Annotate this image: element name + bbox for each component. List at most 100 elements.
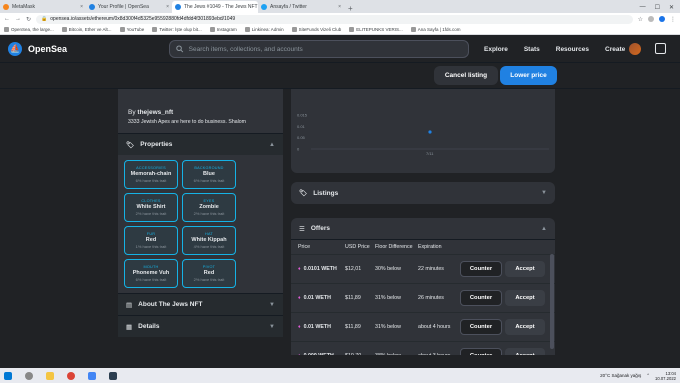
counter-button[interactable]: Counter	[460, 319, 502, 335]
about-collection-header[interactable]: ▤ About The Jews NFT ▼	[118, 293, 283, 315]
menu-icon[interactable]: ⋮	[670, 16, 676, 23]
url-text: opensea.io/assets/ethereum/0x8d300f4d532…	[50, 16, 236, 22]
bookmark-item[interactable]: Ana Sayfa | 1fds.com	[410, 27, 461, 32]
bookmarks-bar: OpenSea, the large... Bitcoin, Ether ve A…	[0, 25, 680, 35]
trait-card[interactable]: PIVOT Red 2% have this trait	[182, 259, 236, 288]
details-header[interactable]: ▦ Details ▼	[118, 315, 283, 337]
app-icon[interactable]	[88, 371, 96, 380]
app-icon[interactable]	[109, 371, 117, 380]
trait-card[interactable]: BACKGROUND Blue 6% have this trait	[182, 160, 236, 189]
close-window-icon[interactable]: ✕	[669, 4, 674, 11]
network-icon[interactable]: ⌃	[646, 373, 650, 379]
offer-usd: $12,01	[345, 266, 362, 272]
bookmark-label: ELITEPUNKS VERIS...	[356, 27, 403, 32]
reload-icon[interactable]: ↻	[26, 16, 31, 23]
nav-explore[interactable]: Explore	[484, 46, 508, 53]
bookmark-favicon-icon	[61, 27, 67, 32]
windows-taskbar: 20°C Sağanak yağış ⌃ 13:04 10.07.2022	[0, 368, 680, 383]
accept-button[interactable]: Accept	[505, 261, 545, 277]
browser-tab[interactable]: The Jews #1049 - The Jews NFT×	[172, 1, 258, 13]
trait-card[interactable]: CLOTHES White Shirt 2% have this trait	[124, 193, 178, 222]
price-history-chart: 0.015 0.01 0.05 0 7/11	[297, 113, 549, 156]
bookmark-label: Twitter: İşte olup bit...	[159, 27, 202, 32]
bookmark-item[interactable]: Twitter: İşte olup bit...	[152, 27, 202, 32]
nav-resources[interactable]: Resources	[556, 46, 589, 53]
offer-row: ♦ 0.01 WETH $11,89 31% below about 4 hours Co…	[291, 312, 555, 341]
clock-date: 10.07.2022	[655, 375, 676, 381]
listing-action-bar: Cancel listing Lower price	[0, 63, 680, 89]
extension-icon[interactable]	[648, 16, 654, 22]
browser-tab[interactable]: MetaMask ×	[0, 1, 86, 13]
windows-start-icon[interactable]	[4, 371, 12, 380]
weather-text: 20°C Sağanak yağış	[600, 373, 642, 378]
user-avatar[interactable]	[629, 43, 641, 55]
col-usd: USD Price	[345, 244, 370, 250]
listings-header[interactable]: 🏷 Listings ▼	[291, 182, 555, 204]
forward-icon[interactable]: →	[15, 16, 21, 22]
bookmark-favicon-icon	[244, 27, 250, 32]
description-panel: By thejews_nft 3333 Jewish Apes are here…	[118, 89, 283, 133]
search-box[interactable]	[169, 40, 469, 58]
file-explorer-icon[interactable]	[46, 371, 54, 380]
trait-card[interactable]: FUR Red 1% have this trait	[124, 226, 178, 255]
properties-header[interactable]: 🏷 Properties ▲	[118, 133, 283, 155]
bookmark-item[interactable]: OpenSea, the large...	[4, 27, 54, 32]
nav-create[interactable]: Create	[605, 46, 625, 53]
bookmark-item[interactable]: Linkinea: Admin	[244, 27, 284, 32]
counter-button[interactable]: Counter	[460, 348, 502, 355]
offers-scrollbar[interactable]	[550, 254, 554, 349]
trait-card[interactable]: MOUTH Phoneme Vuh 6% have this trait	[124, 259, 178, 288]
right-column: 0.015 0.01 0.05 0 7/11 🏷 Listings ▼ ☰ Offers…	[291, 89, 555, 355]
offers-header[interactable]: ☰ Offers ▲	[291, 218, 555, 240]
search-input[interactable]	[188, 45, 462, 53]
trait-type: PIVOT	[202, 265, 216, 269]
close-icon[interactable]: ×	[166, 4, 169, 10]
counter-button[interactable]: Counter	[460, 290, 502, 306]
bookmark-item[interactable]: YouTube	[119, 27, 144, 32]
bookmark-item[interactable]: Bitcoin, Ether ve Alt...	[61, 27, 112, 32]
close-icon[interactable]: ×	[338, 4, 341, 10]
bookmark-label: Instagram	[216, 27, 237, 32]
about-collection-title: About The Jews NFT	[138, 301, 203, 308]
counter-button[interactable]: Counter	[460, 261, 502, 277]
opensea-logo[interactable]: ⛵ OpenSea	[8, 41, 67, 56]
accept-button[interactable]: Accept	[505, 290, 545, 306]
maximize-icon[interactable]: ☐	[655, 4, 660, 11]
profile-icon[interactable]	[659, 16, 665, 22]
wallet-icon[interactable]	[655, 43, 666, 54]
trait-card[interactable]: EYES Zombie 2% have this trait	[182, 193, 236, 222]
trait-card[interactable]: HAT White Kippah 4% have this trait	[182, 226, 236, 255]
offer-floor-diff: 31% below	[375, 295, 401, 301]
bookmark-item[interactable]: ELITEPUNKS VERIS...	[349, 27, 403, 32]
browser-tab[interactable]: Your Profile | OpenSea ×	[86, 1, 172, 13]
data-point[interactable]	[428, 130, 432, 134]
bookmark-favicon-icon	[119, 27, 125, 32]
nav-stats[interactable]: Stats	[524, 46, 540, 53]
close-icon[interactable]: ×	[80, 4, 83, 10]
browser-tab[interactable]: Ansayfa / Twitter ×	[258, 1, 344, 13]
search-icon	[176, 45, 184, 53]
accept-button[interactable]: Accept	[505, 319, 545, 335]
search-icon[interactable]	[25, 371, 33, 380]
minimize-icon[interactable]: —	[640, 4, 646, 10]
trait-card[interactable]: ACCESSORIES Memorah-chain 6% have this tra…	[124, 160, 178, 189]
url-field[interactable]: 🔒 opensea.io/assets/ethereum/0x8d300f4d5…	[36, 14, 633, 24]
properties-grid: ACCESSORIES Memorah-chain 6% have this tra…	[118, 155, 283, 293]
left-column: By thejews_nft 3333 Jewish Apes are here…	[118, 89, 283, 347]
back-icon[interactable]: ←	[4, 16, 10, 22]
tag-icon: 🏷	[299, 190, 308, 197]
chrome-icon[interactable]	[67, 371, 75, 380]
accept-button[interactable]: Accept	[505, 348, 545, 355]
lower-price-button[interactable]: Lower price	[500, 66, 557, 85]
star-icon[interactable]: ☆	[638, 16, 643, 23]
main-nav: Explore Stats Resources Create	[484, 35, 625, 63]
bookmark-item[interactable]: Instagram	[209, 27, 237, 32]
bookmark-label: Bitcoin, Ether ve Alt...	[68, 27, 112, 32]
cancel-listing-button[interactable]: Cancel listing	[434, 66, 498, 85]
clock[interactable]: 13:04 10.07.2022	[655, 371, 676, 381]
offer-row: ♦ 0.01 WETH $11,89 31% below 26 minutes Count…	[291, 283, 555, 312]
trait-value: Red	[203, 270, 215, 276]
new-tab-icon[interactable]: +	[344, 4, 357, 13]
bookmark-item[interactable]: SiteFunds Vizeli Club	[291, 27, 341, 32]
creator-link[interactable]: thejews_nft	[137, 109, 173, 116]
